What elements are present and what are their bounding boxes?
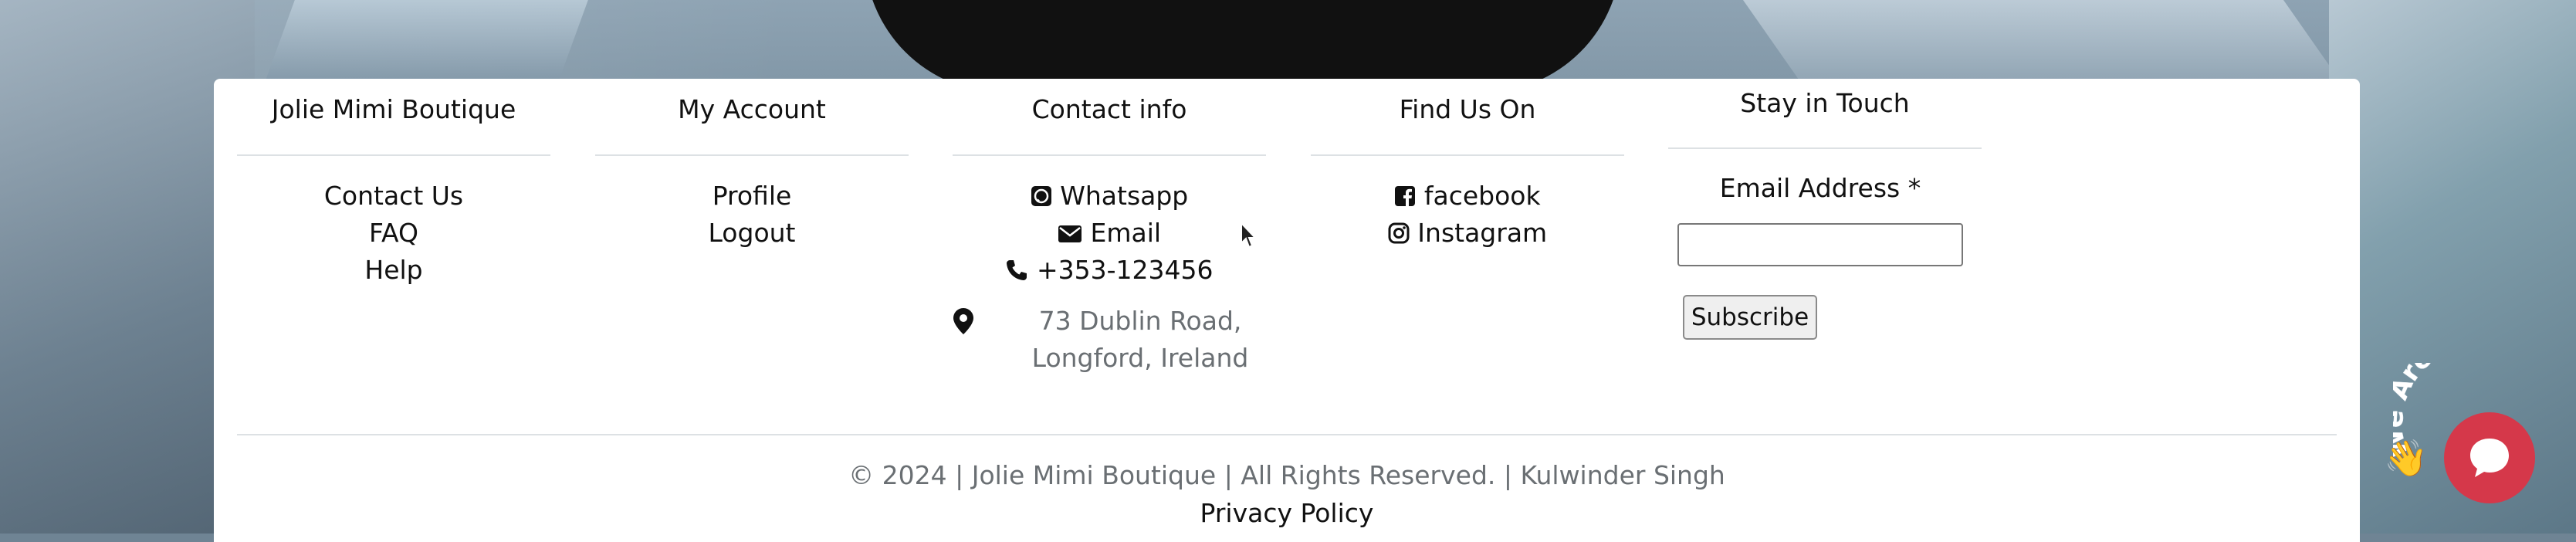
chat-button[interactable] <box>2444 412 2535 503</box>
envelope-icon <box>1058 225 1082 242</box>
address-line-1: 73 Dublin Road, <box>1038 306 1242 336</box>
footer-column-social: Find Us On <box>1311 79 1624 125</box>
subscribe-button[interactable]: Subscribe <box>1683 295 1817 340</box>
waving-hand-icon: 👋 <box>2384 437 2429 479</box>
faq-link[interactable]: FAQ <box>237 215 550 252</box>
divider <box>595 154 909 156</box>
divider <box>1668 147 1982 149</box>
contact-links: Whatsapp Email +353-123456 <box>953 178 1266 289</box>
footer-column-account: My Account <box>595 79 909 125</box>
divider <box>237 154 550 156</box>
instagram-label: Instagram <box>1417 218 1548 248</box>
email-address-input[interactable] <box>1677 223 1963 266</box>
newsletter-title: Stay in Touch <box>1740 88 1910 118</box>
address: 73 Dublin Road, Longford, Ireland <box>986 303 1295 377</box>
email-address-label: Email Address * <box>1719 173 1921 203</box>
account-title: My Account <box>678 94 826 124</box>
divider <box>953 154 1266 156</box>
facebook-label: facebook <box>1423 181 1541 211</box>
profile-link[interactable]: Profile <box>595 178 909 215</box>
whatsapp-link[interactable]: Whatsapp <box>953 178 1266 215</box>
help-link[interactable]: Help <box>237 252 550 289</box>
whatsapp-icon <box>1031 186 1051 206</box>
footer-column-contact: Contact info <box>953 79 1266 125</box>
email-link[interactable]: Email <box>953 215 1266 252</box>
facebook-link[interactable]: facebook <box>1311 178 1624 215</box>
footer-divider <box>237 434 2337 435</box>
facebook-icon <box>1395 186 1416 206</box>
brand-title: Jolie Mimi Boutique <box>271 94 516 124</box>
phone-link[interactable]: +353-123456 <box>953 252 1266 289</box>
email-label: Email <box>1090 218 1162 248</box>
social-title: Find Us On <box>1399 94 1536 124</box>
whatsapp-label: Whatsapp <box>1060 181 1189 211</box>
contact-us-link[interactable]: Contact Us <box>237 178 550 215</box>
map-marker-icon <box>953 308 973 334</box>
instagram-link[interactable]: Instagram <box>1311 215 1624 252</box>
copyright-text: © 2024 | Jolie Mimi Boutique | All Right… <box>848 460 1725 490</box>
social-links: facebook Instagram <box>1311 178 1624 252</box>
privacy-policy-link[interactable]: Privacy Policy <box>214 498 2360 528</box>
footer-column-newsletter: Stay in Touch <box>1668 79 1982 119</box>
address-line-2: Longford, Ireland <box>1031 343 1249 373</box>
contact-title: Contact info <box>1031 94 1187 124</box>
account-links: Profile Logout <box>595 178 909 252</box>
chat-icon <box>2470 439 2509 477</box>
site-footer: Jolie Mimi Boutique Contact Us FAQ Help … <box>214 79 2360 542</box>
divider <box>1311 154 1624 156</box>
phone-icon <box>1007 260 1027 280</box>
brand-links: Contact Us FAQ Help <box>237 178 550 289</box>
logout-link[interactable]: Logout <box>595 215 909 252</box>
phone-number: +353-123456 <box>1036 255 1214 285</box>
instagram-icon <box>1388 222 1410 244</box>
mouse-cursor-icon <box>1241 222 1258 249</box>
footer-column-brand: Jolie Mimi Boutique <box>237 79 550 125</box>
